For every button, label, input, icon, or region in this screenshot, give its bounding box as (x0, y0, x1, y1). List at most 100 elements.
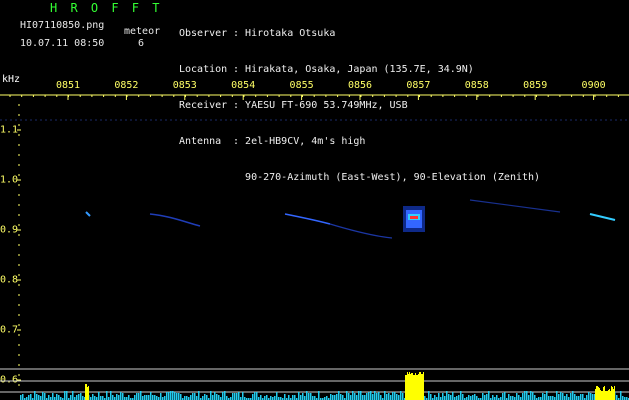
level-bar (256, 392, 258, 400)
level-bar (488, 391, 490, 400)
level-bar (572, 391, 574, 400)
level-bar (548, 396, 550, 400)
level-bar (566, 394, 568, 400)
level-bar (356, 395, 358, 400)
level-bar (458, 395, 460, 400)
level-bar (544, 394, 546, 400)
level-bar (218, 395, 220, 400)
level-bar (550, 396, 552, 400)
level-bar (144, 395, 146, 400)
level-bar (342, 395, 344, 400)
level-bar (226, 396, 228, 400)
level-bar (196, 396, 198, 400)
level-bar (350, 395, 352, 400)
level-bar (456, 396, 458, 400)
level-bar (354, 393, 356, 400)
level-bar (386, 394, 388, 400)
level-burst-bar (602, 391, 603, 400)
level-bar (524, 391, 526, 400)
level-burst-bar (88, 386, 89, 400)
level-bar (284, 394, 286, 400)
level-bar (134, 395, 136, 400)
level-bar (150, 392, 152, 400)
level-bar (578, 396, 580, 400)
level-burst-bar (613, 389, 614, 400)
level-burst-bar (421, 374, 422, 400)
echo-trace (329, 223, 393, 239)
level-burst-bar (608, 390, 609, 400)
level-bar (530, 391, 532, 400)
level-bar (224, 391, 226, 400)
level-burst-bar (604, 386, 605, 400)
level-bar (120, 392, 122, 400)
level-bar (164, 396, 166, 400)
level-bar (128, 395, 130, 400)
level-bar (388, 393, 390, 400)
level-bar (496, 395, 498, 400)
level-bar (450, 395, 452, 400)
level-bar (308, 393, 310, 400)
level-bar (34, 391, 36, 400)
level-bar (368, 392, 370, 400)
level-burst-bar (415, 373, 416, 400)
level-burst-bar (418, 374, 419, 400)
level-bar (534, 395, 536, 400)
level-bar (166, 392, 168, 400)
level-bar (424, 396, 426, 400)
level-bar (194, 393, 196, 400)
level-bar (238, 392, 240, 400)
level-bar (304, 396, 306, 400)
level-bar (336, 394, 338, 400)
level-bar (92, 394, 94, 400)
level-bar (504, 392, 506, 400)
level-bar (100, 396, 102, 400)
level-bar (266, 395, 268, 400)
level-burst-bar (406, 375, 407, 400)
level-bar (310, 393, 312, 400)
level-burst-bar (408, 374, 409, 400)
level-bar (380, 395, 382, 400)
level-bar (146, 395, 148, 400)
level-bar (270, 396, 272, 400)
level-bar (192, 393, 194, 400)
level-bar (366, 393, 368, 400)
level-bar (476, 396, 478, 400)
spectrogram (0, 94, 629, 400)
level-bar (470, 396, 472, 400)
level-bar (156, 396, 158, 400)
level-burst-bar (614, 386, 615, 400)
level-burst-bar (605, 391, 606, 400)
level-burst-bar (419, 372, 420, 400)
level-bar (508, 394, 510, 400)
level-bar (154, 395, 156, 400)
level-bar (118, 395, 120, 400)
level-bar (184, 396, 186, 400)
level-bar (484, 395, 486, 400)
level-bar (396, 394, 398, 400)
level-burst-bar (416, 375, 417, 400)
level-bar (430, 394, 432, 400)
level-bar (314, 396, 316, 400)
level-bar (502, 393, 504, 400)
level-bar (390, 395, 392, 400)
level-bar (392, 392, 394, 400)
level-bar (516, 393, 518, 400)
level-burst-bar (86, 384, 87, 400)
level-bar (172, 391, 174, 400)
level-bar (176, 393, 178, 400)
level-burst-bar (606, 391, 607, 400)
level-bar (444, 396, 446, 400)
level-bar (36, 394, 38, 400)
level-bar (186, 396, 188, 400)
level-bar (580, 394, 582, 400)
echo-trace (149, 213, 201, 227)
level-bar (448, 394, 450, 400)
level-bar (288, 395, 290, 400)
echo-trace (284, 213, 331, 225)
level-bar (242, 392, 244, 400)
level-bar (562, 393, 564, 400)
level-bar (446, 391, 448, 400)
level-bar (338, 391, 340, 400)
level-bar (264, 396, 266, 400)
level-bar (70, 395, 72, 400)
